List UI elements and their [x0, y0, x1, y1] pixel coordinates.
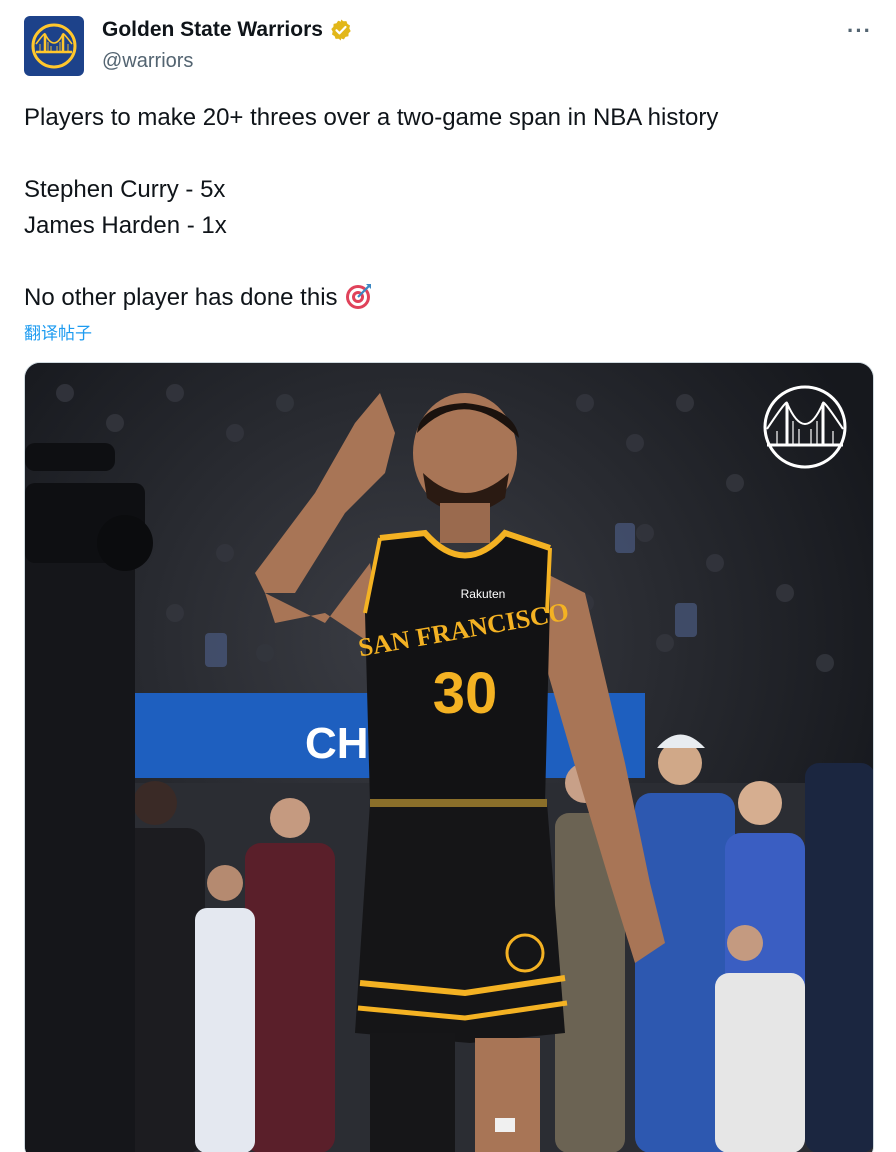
verified-badge-icon	[331, 19, 351, 41]
author-name-row: Golden State Warriors	[102, 18, 353, 42]
account-avatar[interactable]	[24, 16, 84, 76]
tweet-line-last: No other player has done this	[24, 280, 864, 316]
warriors-logo-icon	[31, 23, 77, 69]
photo-illustration: CH SAN FRANCISCO 30 Rakuten	[25, 363, 873, 1152]
author-display-name[interactable]: Golden State Warriors	[102, 18, 323, 42]
author-handle[interactable]: @warriors	[102, 50, 193, 73]
jersey-number: 30	[433, 661, 498, 726]
tweet-line: James Harden - 1x	[24, 212, 227, 239]
tweet-line: Stephen Curry - 5x	[24, 176, 226, 203]
tweet-line: No other player has done this	[24, 284, 338, 311]
tweet-card: Golden State Warriors @warriors ··· Play…	[0, 0, 896, 1152]
jersey-sponsor: Rakuten	[461, 587, 506, 601]
tweet-line: Players to make 20+ threes over a two-ga…	[24, 104, 719, 131]
target-icon	[345, 284, 371, 309]
tweet-photo[interactable]: CH SAN FRANCISCO 30 Rakuten	[24, 362, 874, 1152]
translate-post-link[interactable]: 翻译帖子	[24, 319, 92, 344]
tweet-text: Players to make 20+ threes over a two-ga…	[24, 100, 864, 316]
arena-banner-text: CH	[305, 719, 369, 768]
more-options-icon[interactable]: ···	[847, 18, 872, 44]
